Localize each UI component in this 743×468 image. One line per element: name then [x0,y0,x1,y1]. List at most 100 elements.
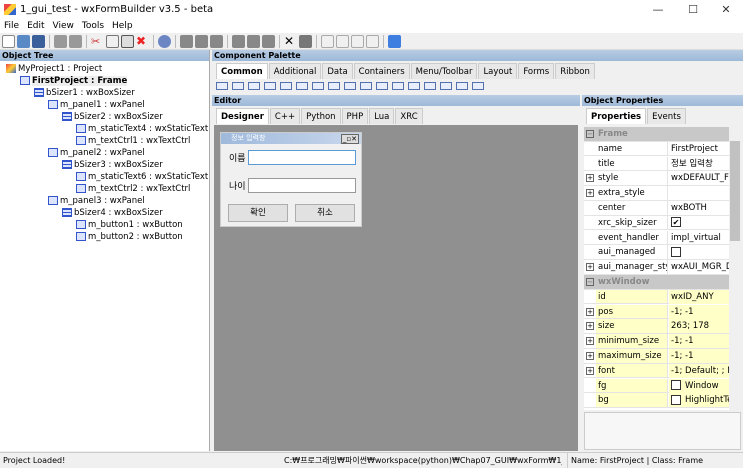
form-preview[interactable]: 정보 입력창 _▫✕ 이름 나이 확인 취소 [220,132,362,227]
properties-tab-events[interactable]: Events [647,108,686,124]
palette-radio-button-2-icon[interactable] [424,82,436,90]
property-category[interactable]: − wxWindow [584,275,729,290]
collapse-icon[interactable]: − [586,278,594,286]
border-left-icon[interactable] [321,34,334,48]
cancel-button[interactable]: 취소 [295,204,355,222]
palette-tab-containers[interactable]: Containers [353,63,410,79]
property-row[interactable]: center wxBOTH [584,201,729,216]
property-value[interactable]: wxID_ANY [669,289,729,304]
palette-tab-ribbon[interactable]: Ribbon [555,63,595,79]
palette-text-ctrl-icon[interactable] [264,82,276,90]
property-row[interactable]: bg HighlightTe [584,393,729,408]
tree-item[interactable]: bSizer3 : wxBoxSizer [62,159,163,170]
tree-item[interactable]: m_staticText6 : wxStaticText [76,171,208,182]
palette-list-box-icon[interactable] [328,82,340,90]
palette-choice-icon[interactable] [312,82,324,90]
property-value[interactable]: 263; 178 [669,319,729,334]
palette-button-icon[interactable] [216,82,228,90]
tree-item[interactable]: m_button1 : wxButton [76,219,183,230]
align-left-icon[interactable] [180,34,193,48]
tree-item[interactable]: m_staticText4 : wxStaticText [76,123,208,134]
property-row[interactable]: + size 263; 178 [584,319,729,334]
align-center-icon[interactable] [195,34,208,48]
stretch-icon[interactable] [299,34,312,48]
border-right-icon[interactable] [336,34,349,48]
property-value[interactable]: wxDEFAULT_FRA [669,171,729,185]
editor-tab-python[interactable]: Python [301,108,341,124]
property-row[interactable]: name FirstProject [584,141,729,157]
palette-tab-layout[interactable]: Layout [478,63,518,79]
expand-icon[interactable]: + [586,337,594,346]
delete-icon[interactable]: ✖ [136,34,149,48]
menu-view[interactable]: View [49,20,78,33]
xrc-preview-icon[interactable] [388,34,401,48]
align-middle-icon[interactable] [247,34,260,48]
expand-icon[interactable]: + [586,307,594,316]
property-row[interactable]: + pos -1; -1 [584,304,729,320]
tree-item[interactable]: m_panel3 : wxPanel [48,195,145,206]
editor-tab-lua[interactable]: Lua [369,108,395,124]
property-value[interactable]: impl_virtual [669,231,729,245]
palette-tab-common[interactable]: Common [216,63,268,79]
palette-combo-box-icon[interactable] [296,82,308,90]
property-value[interactable]: Window [669,378,729,393]
maximize-button[interactable]: ☐ [676,0,710,20]
open-icon[interactable] [17,34,30,48]
property-checkbox[interactable] [671,394,681,405]
generate-code-icon[interactable] [158,34,171,48]
palette-radio-button-icon[interactable] [408,82,420,90]
property-value[interactable]: HighlightTe [669,393,729,408]
property-row[interactable]: fg Window [584,378,729,394]
palette-tab-data[interactable]: Data [322,63,353,79]
menu-help[interactable]: Help [108,20,137,33]
editor-tab-c++[interactable]: C++ [269,108,301,124]
palette-tab-forms[interactable]: Forms [518,63,555,79]
tree-item[interactable]: m_panel2 : wxPanel [48,147,145,158]
palette-check-list-icon[interactable] [360,82,372,90]
palette-bitmap-button-icon[interactable] [232,82,244,90]
property-value[interactable]: 정보 입력창 [669,157,729,171]
border-top-icon[interactable] [351,34,364,48]
tree-item[interactable]: m_textCtrl2 : wxTextCtrl [76,183,190,194]
redo-icon[interactable] [69,34,82,48]
property-row[interactable]: + minimum_size -1; -1 [584,334,729,349]
align-right-icon[interactable] [210,34,223,48]
property-category[interactable]: − Frame [584,127,729,142]
property-row[interactable]: + maximum_size -1; -1 [584,349,729,364]
property-value[interactable]: wxAUI_MGR_DE [669,260,729,274]
property-value[interactable]: wxBOTH [669,201,729,215]
property-row[interactable]: + extra_style [584,186,729,201]
property-row[interactable]: event_handler impl_virtual [584,230,729,246]
tree-item[interactable]: m_button2 : wxButton [76,231,183,242]
property-row[interactable]: +font-1; Default; ; No [584,363,729,379]
expand-icon[interactable]: + [586,174,594,183]
ok-button[interactable]: 확인 [228,204,288,222]
properties-tab-properties[interactable]: Properties [586,108,647,124]
palette-static-line-icon[interactable] [440,82,452,90]
property-row[interactable]: +stylewxDEFAULT_FRA [584,171,729,186]
property-row[interactable]: xrc_skip_sizer ✔ [584,215,729,231]
palette-tab-additional[interactable]: Additional [268,63,322,79]
palette-static-text-icon[interactable] [248,82,260,90]
editor-tab-php[interactable]: PHP [341,108,369,124]
property-value[interactable]: -1; -1 [669,304,729,319]
save-icon[interactable] [32,34,45,48]
expand-icon[interactable]: + [586,366,594,375]
align-top-icon[interactable] [232,34,245,48]
property-row[interactable]: id wxID_ANY [584,289,729,305]
editor-tab-designer[interactable]: Designer [216,108,269,124]
property-scrollbar[interactable] [729,127,741,410]
expand-icon[interactable]: ✕ [284,34,297,48]
cut-icon[interactable]: ✂ [91,35,104,48]
expand-icon[interactable]: + [586,322,594,331]
new-icon[interactable] [2,34,15,48]
palette-checkbox-icon[interactable] [392,82,404,90]
property-value[interactable]: -1; -1 [669,334,729,349]
property-row[interactable]: aui_managed [584,245,729,260]
property-value[interactable]: -1; -1 [669,349,729,363]
expand-icon[interactable]: + [586,352,594,360]
property-checkbox[interactable] [671,246,681,257]
palette-slider-icon[interactable] [456,82,468,90]
expand-icon[interactable]: + [586,263,594,272]
editor-tab-xrc[interactable]: XRC [395,108,423,124]
